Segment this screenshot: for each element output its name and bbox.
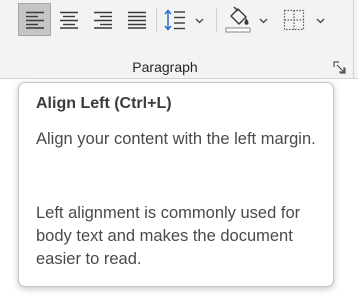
chevron-down-icon bbox=[195, 18, 204, 24]
separator bbox=[156, 8, 157, 32]
paragraph-ribbon-group: Paragraph bbox=[0, 0, 358, 78]
tooltip-detail: Left alignment is commonly used for body… bbox=[36, 204, 301, 268]
chevron-down-icon bbox=[316, 18, 325, 24]
justify-icon bbox=[127, 11, 146, 29]
align-left-button[interactable] bbox=[18, 3, 51, 36]
tooltip-title: Align Left (Ctrl+L) bbox=[36, 95, 172, 112]
align-right-icon bbox=[93, 11, 112, 29]
shading-button[interactable] bbox=[222, 4, 272, 36]
tooltip-description: Align your content with the left margin. bbox=[36, 130, 316, 148]
paragraph-group-label: Paragraph bbox=[132, 59, 198, 75]
paint-bucket-icon bbox=[225, 6, 251, 33]
borders-icon bbox=[283, 9, 305, 31]
line-spacing-icon bbox=[164, 9, 185, 31]
separator bbox=[216, 8, 217, 32]
justify-button[interactable] bbox=[120, 3, 153, 36]
align-center-icon bbox=[59, 11, 78, 29]
dialog-launcher-icon[interactable] bbox=[333, 61, 346, 74]
center-button[interactable] bbox=[52, 3, 85, 36]
chevron-down-icon bbox=[259, 18, 268, 24]
align-left-tooltip: Align Left (Ctrl+L) Align your content w… bbox=[18, 82, 334, 287]
ribbon-bottom-border bbox=[0, 78, 358, 79]
align-right-button[interactable] bbox=[86, 3, 119, 36]
group-divider bbox=[353, 0, 354, 78]
borders-button[interactable] bbox=[278, 4, 330, 36]
line-spacing-button[interactable] bbox=[161, 6, 209, 34]
align-left-icon bbox=[25, 11, 44, 29]
